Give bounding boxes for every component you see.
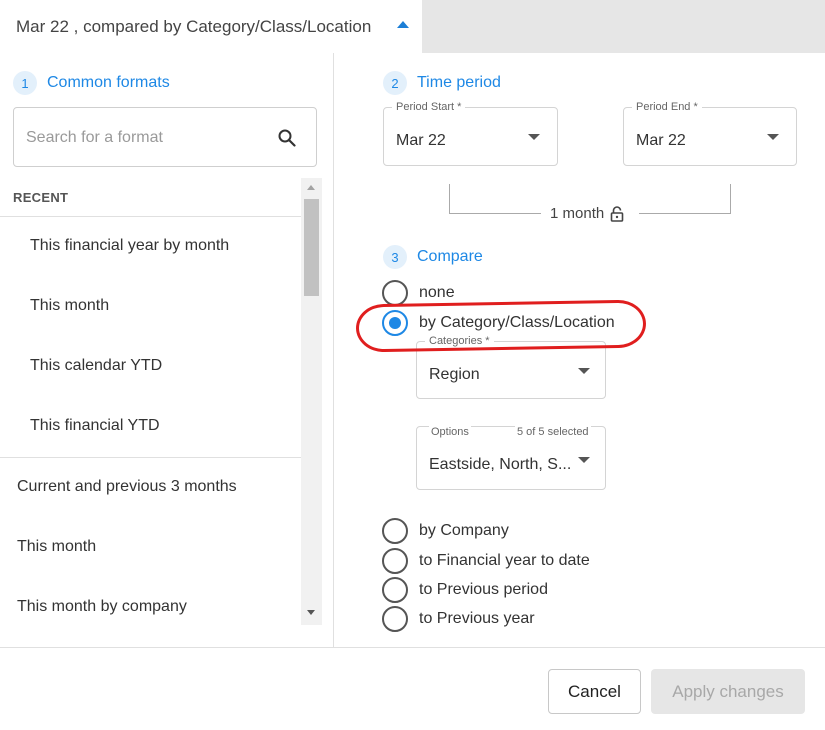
period-start-select[interactable]: Period Start * Mar 22 [383, 101, 558, 166]
compare-option-previous-period[interactable]: to Previous period [382, 577, 548, 603]
period-end-select[interactable]: Period End * Mar 22 [623, 101, 797, 166]
radio-company[interactable] [382, 518, 408, 544]
format-search-box [13, 107, 317, 167]
compare-option-fytd[interactable]: to Financial year to date [382, 548, 590, 574]
period-start-label: Period Start * [392, 101, 466, 113]
common-formats-pane: 1 Common formats RECENT This financial y… [0, 53, 334, 647]
search-icon[interactable] [278, 129, 296, 147]
lock-icon[interactable] [610, 205, 624, 222]
options-count: 5 of 5 selected [515, 426, 591, 438]
scroll-thumb[interactable] [304, 199, 319, 296]
apply-changes-button[interactable]: Apply changes [651, 669, 805, 714]
options-label: Options [429, 426, 471, 438]
section-title: Common formats [47, 74, 170, 91]
common-formats-header: 1 Common formats [13, 71, 170, 95]
cancel-button[interactable]: Cancel [548, 669, 641, 714]
list-item[interactable]: Current and previous 3 months [0, 457, 301, 517]
footer-divider [0, 647, 825, 648]
caret-down-icon [578, 457, 590, 463]
radio-label: to Previous period [419, 581, 548, 598]
period-start-value: Mar 22 [396, 132, 446, 149]
duration-text: 1 month [550, 205, 605, 222]
period-bracket-line [449, 213, 541, 214]
format-list-scrollbar[interactable] [301, 178, 322, 625]
recent-label: RECENT [13, 190, 69, 205]
compare-option-company[interactable]: by Company [382, 518, 509, 544]
format-summary-text: Mar 22 , compared by Category/Class/Loca… [16, 16, 372, 36]
section-title: Time period [417, 74, 501, 91]
radio-label: by Company [419, 522, 509, 539]
radio-previous-year[interactable] [382, 606, 408, 632]
step-badge: 2 [383, 71, 407, 95]
categories-value: Region [429, 366, 480, 383]
list-item[interactable]: This calendar YTD [0, 336, 301, 396]
radio-label: to Financial year to date [419, 552, 590, 569]
section-title: Compare [417, 248, 483, 265]
caret-up-icon [397, 21, 409, 28]
step-badge: 3 [383, 245, 407, 269]
compare-option-previous-year[interactable]: to Previous year [382, 606, 535, 632]
step-badge: 1 [13, 71, 37, 95]
period-end-value: Mar 22 [636, 132, 686, 149]
options-select[interactable]: Options 5 of 5 selected Eastside, North,… [416, 426, 606, 490]
radio-label: none [419, 284, 455, 301]
list-item[interactable]: This financial year by month [0, 216, 301, 276]
list-item[interactable]: This month [0, 517, 301, 577]
period-end-label: Period End * [632, 101, 702, 113]
format-list: RECENT This financial year by month This… [0, 178, 301, 625]
caret-down-icon [528, 134, 540, 140]
format-summary-dropdown[interactable]: Mar 22 , compared by Category/Class/Loca… [0, 0, 422, 53]
period-bracket-line [639, 213, 731, 214]
format-search-input[interactable] [26, 126, 256, 150]
highlight-annotation [355, 299, 647, 353]
scroll-down-icon[interactable] [307, 610, 315, 615]
list-item[interactable]: This financial YTD [0, 396, 301, 456]
time-period-header: 2 Time period [383, 71, 501, 95]
period-duration: 1 month [550, 205, 624, 222]
radio-label: to Previous year [419, 610, 535, 627]
caret-down-icon [767, 134, 779, 140]
radio-previous-period[interactable] [382, 577, 408, 603]
options-value: Eastside, North, S... [429, 456, 572, 473]
list-item[interactable]: This month [0, 276, 301, 336]
radio-fytd[interactable] [382, 548, 408, 574]
scroll-up-icon[interactable] [307, 185, 315, 190]
radio-none[interactable] [382, 280, 408, 306]
list-item[interactable]: This month by company [0, 577, 301, 625]
compare-header: 3 Compare [383, 245, 483, 269]
caret-down-icon [578, 368, 590, 374]
